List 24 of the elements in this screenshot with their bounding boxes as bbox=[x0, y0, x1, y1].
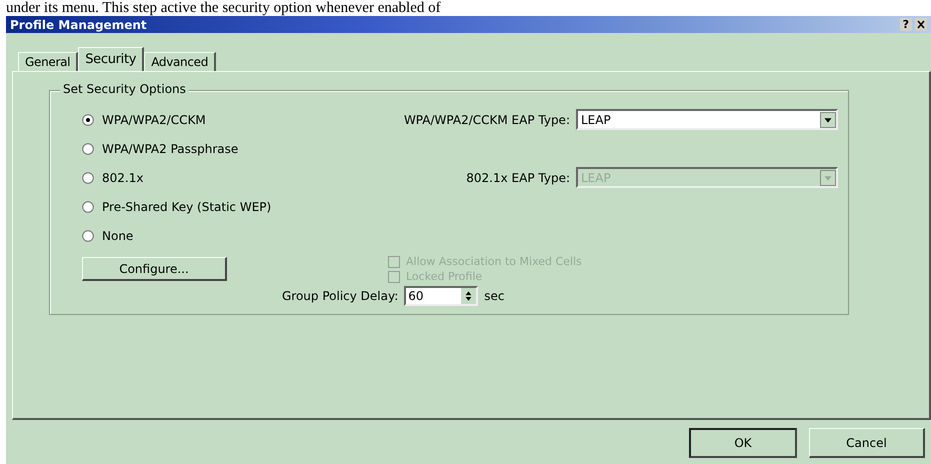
tab[interactable]: General bbox=[18, 52, 78, 71]
help-button[interactable]: ? bbox=[900, 18, 912, 31]
radio-option[interactable]: 802.1x bbox=[82, 170, 332, 184]
delay-input[interactable]: 60 bbox=[406, 288, 462, 304]
dialog-button[interactable]: Cancel bbox=[809, 428, 925, 458]
radio-option[interactable]: WPA/WPA2/CCKM bbox=[82, 112, 332, 126]
radio-option[interactable]: Pre-Shared Key (Static WEP) bbox=[82, 200, 332, 214]
tab[interactable]: Advanced bbox=[144, 52, 216, 71]
tab[interactable]: Security bbox=[78, 47, 144, 72]
radio-option[interactable]: WPA/WPA2 Passphrase bbox=[82, 142, 332, 156]
dialog-button[interactable]: OK bbox=[689, 428, 797, 458]
delay-unit: sec bbox=[484, 289, 504, 303]
configure-button[interactable]: Configure... bbox=[82, 257, 227, 281]
combo-label: 802.1x EAP Type: bbox=[466, 170, 570, 184]
close-icon[interactable] bbox=[915, 18, 927, 31]
combo-label: WPA/WPA2/CCKM EAP Type: bbox=[404, 112, 570, 126]
radio-option[interactable]: None bbox=[82, 228, 332, 242]
delay-spinner[interactable]: 60 bbox=[404, 286, 478, 306]
window-title: Profile Management bbox=[10, 18, 147, 32]
eap-type-dropdown[interactable]: LEAP bbox=[576, 109, 838, 130]
delay-label: Group Policy Delay: bbox=[282, 289, 398, 303]
group-title: Set Security Options bbox=[60, 82, 189, 96]
document-caption: under its menu. This step active the security option whenever enabled of bbox=[5, 0, 442, 16]
spinner-arrows-icon[interactable] bbox=[461, 288, 476, 304]
